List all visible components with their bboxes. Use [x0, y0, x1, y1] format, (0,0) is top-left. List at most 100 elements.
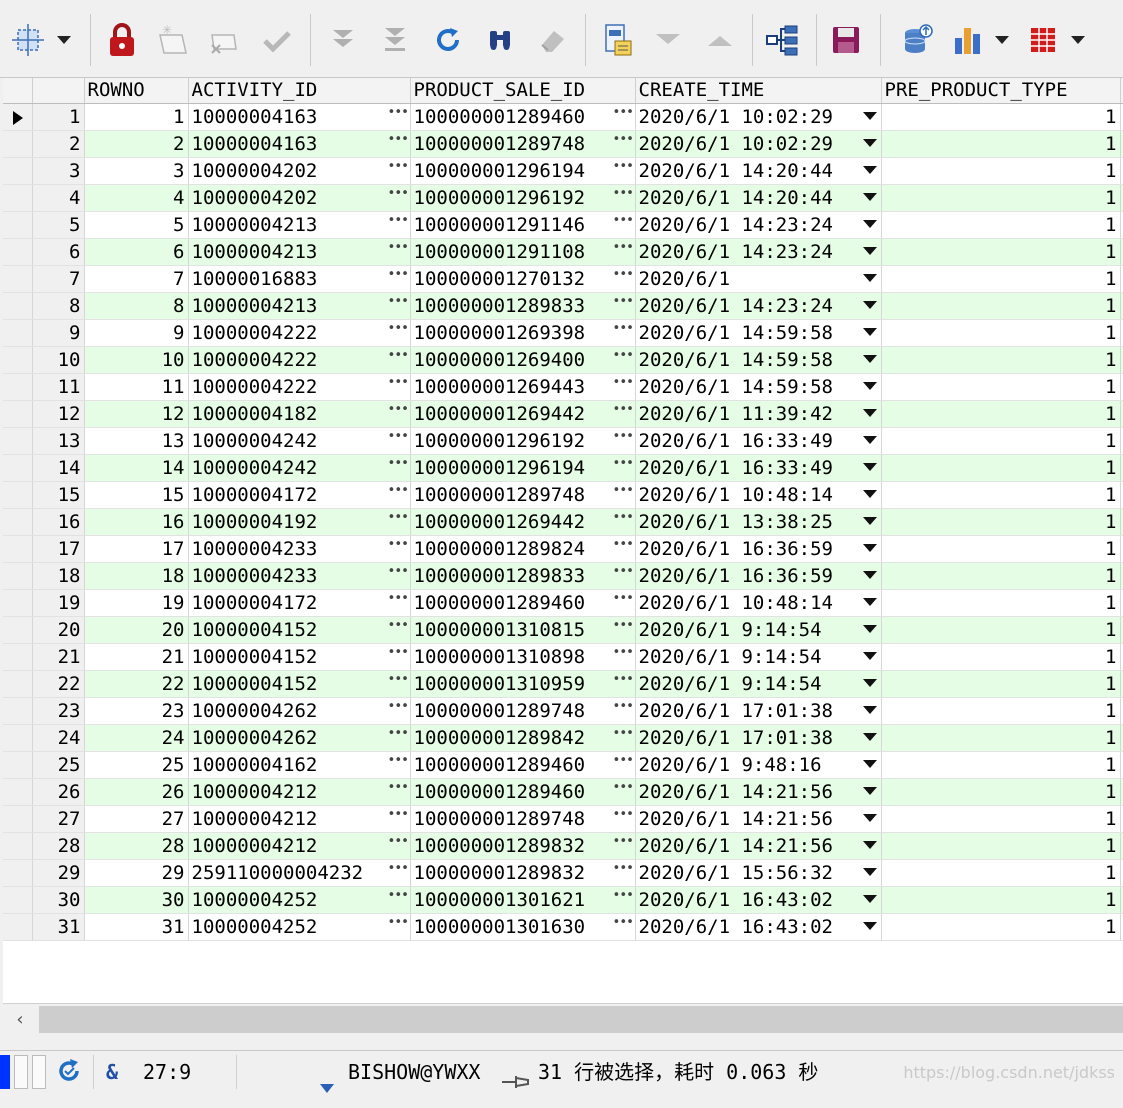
ellipsis-button[interactable]: ••• — [613, 295, 634, 315]
ellipsis-button[interactable]: ••• — [388, 673, 409, 693]
date-dropdown-icon[interactable] — [862, 787, 877, 795]
cell-create-time[interactable]: 2020/6/1 14:20:44 — [635, 184, 882, 212]
date-dropdown-icon[interactable] — [862, 247, 877, 255]
table-row[interactable]: 13 13 10000004242 ••• 100000001296192 ••• 2020… — [3, 427, 1123, 455]
cell-rowno[interactable]: 10 — [84, 346, 189, 374]
row-indicator[interactable] — [3, 805, 33, 833]
cell-pre-product-type[interactable]: 1 — [881, 535, 1121, 563]
cell-rowno[interactable]: 4 — [84, 184, 189, 212]
row-number[interactable]: 7 — [32, 265, 85, 293]
query-by-example-icon[interactable] — [598, 18, 638, 62]
cell-activity-id[interactable]: 10000004212 ••• — [188, 778, 411, 806]
cell-activity-id[interactable]: 10000004152 ••• — [188, 616, 411, 644]
cell-create-time[interactable]: 2020/6/1 16:33:49 — [635, 427, 882, 455]
table-row[interactable]: 31 31 10000004252 ••• 100000001301630 ••• 2020… — [3, 913, 1123, 941]
table-row[interactable]: 8 8 10000004213 ••• 100000001289833 ••• 2020/6… — [3, 292, 1123, 320]
ellipsis-button[interactable]: ••• — [613, 484, 634, 504]
post-check-icon[interactable] — [257, 18, 297, 62]
cell-activity-id[interactable]: 10000004222 ••• — [188, 373, 411, 401]
row-number[interactable]: 8 — [32, 292, 85, 320]
row-indicator[interactable] — [3, 886, 33, 914]
date-dropdown-icon[interactable] — [862, 652, 877, 660]
cell-activity-id[interactable]: 10000004233 ••• — [188, 562, 411, 590]
table-row[interactable]: 22 22 10000004152 ••• 100000001310959 ••• 2020… — [3, 670, 1123, 698]
date-dropdown-icon[interactable] — [862, 301, 877, 309]
ellipsis-button[interactable]: ••• — [613, 403, 634, 423]
ellipsis-button[interactable]: ••• — [388, 781, 409, 801]
row-indicator[interactable] — [3, 481, 33, 509]
row-number[interactable]: 15 — [32, 481, 85, 509]
row-number[interactable]: 23 — [32, 697, 85, 725]
row-indicator[interactable] — [3, 508, 33, 536]
cell-create-time[interactable]: 2020/6/1 14:59:58 — [635, 346, 882, 374]
cell-rowno[interactable]: 29 — [84, 859, 189, 887]
ellipsis-button[interactable]: ••• — [613, 133, 634, 153]
cell-activity-id[interactable]: 10000004262 ••• — [188, 697, 411, 725]
row-indicator[interactable] — [3, 751, 33, 779]
cell-rowno[interactable]: 12 — [84, 400, 189, 428]
date-dropdown-icon[interactable] — [862, 598, 877, 606]
cell-create-time[interactable]: 2020/6/1 10:02:29 — [635, 130, 882, 158]
ellipsis-button[interactable]: ••• — [388, 403, 409, 423]
cell-rowno[interactable]: 18 — [84, 562, 189, 590]
cell-product-sale-id[interactable]: 100000001289748 ••• — [410, 130, 636, 158]
cell-create-time[interactable]: 2020/6/1 17:01:38 — [635, 697, 882, 725]
ellipsis-button[interactable]: ••• — [388, 376, 409, 396]
row-indicator[interactable] — [3, 778, 33, 806]
date-dropdown-icon[interactable] — [862, 328, 877, 336]
cell-activity-id[interactable]: 10000004202 ••• — [188, 184, 411, 212]
date-dropdown-icon[interactable] — [862, 112, 877, 120]
table-row[interactable]: 2 2 10000004163 ••• 100000001289748 ••• 2020/6… — [3, 130, 1123, 158]
cell-pre-product-type[interactable]: 1 — [881, 562, 1121, 590]
table-row[interactable]: 12 12 10000004182 ••• 100000001269442 ••• 2020… — [3, 400, 1123, 428]
row-number[interactable]: 28 — [32, 832, 85, 860]
cell-create-time[interactable]: 2020/6/1 15:56:32 — [635, 859, 882, 887]
cell-activity-id[interactable]: 10000004252 ••• — [188, 886, 411, 914]
cell-create-time[interactable]: 2020/6/1 9:14:54 — [635, 670, 882, 698]
table-row[interactable]: 14 14 10000004242 ••• 100000001296194 ••• 2020… — [3, 454, 1123, 482]
cell-product-sale-id[interactable]: 100000001269398 ••• — [410, 319, 636, 347]
row-indicator[interactable] — [3, 724, 33, 752]
cell-rowno[interactable]: 28 — [84, 832, 189, 860]
cell-rowno[interactable]: 24 — [84, 724, 189, 752]
ellipsis-button[interactable]: ••• — [613, 727, 634, 747]
date-dropdown-icon[interactable] — [862, 382, 877, 390]
cell-create-time[interactable]: 2020/6/1 — [635, 265, 882, 293]
cell-rowno[interactable]: 6 — [84, 238, 189, 266]
ellipsis-button[interactable]: ••• — [613, 565, 634, 585]
cell-create-time[interactable]: 2020/6/1 14:21:56 — [635, 778, 882, 806]
cell-pre-product-type[interactable]: 1 — [881, 751, 1121, 779]
ellipsis-button[interactable]: ••• — [388, 700, 409, 720]
scroll-left-icon[interactable]: ‹ — [7, 1008, 33, 1032]
cell-create-time[interactable]: 2020/6/1 14:20:44 — [635, 157, 882, 185]
cell-pre-product-type[interactable]: 1 — [881, 508, 1121, 536]
result-grid[interactable]: ROWNO ACTIVITY_ID PRODUCT_SALE_ID CREATE… — [3, 78, 1123, 1003]
date-dropdown-icon[interactable] — [862, 571, 877, 579]
date-dropdown-icon[interactable] — [862, 760, 877, 768]
row-number[interactable]: 2 — [32, 130, 85, 158]
auto-refresh-icon[interactable] — [56, 1057, 82, 1087]
cell-product-sale-id[interactable]: 100000001291146 ••• — [410, 211, 636, 239]
next-page-icon[interactable] — [323, 18, 363, 62]
table-row[interactable]: 16 16 10000004192 ••• 100000001269442 ••• 2020… — [3, 508, 1123, 536]
table-row[interactable]: 4 4 10000004202 ••• 100000001296192 ••• 2020/6… — [3, 184, 1123, 212]
ellipsis-button[interactable]: ••• — [388, 295, 409, 315]
ellipsis-button[interactable]: ••• — [388, 349, 409, 369]
row-number[interactable]: 19 — [32, 589, 85, 617]
table-row[interactable]: 28 28 10000004212 ••• 100000001289832 ••• 2020… — [3, 832, 1123, 860]
cell-create-time[interactable]: 2020/6/1 16:43:02 — [635, 913, 882, 941]
cell-rowno[interactable]: 25 — [84, 751, 189, 779]
cell-product-sale-id[interactable]: 100000001289833 ••• — [410, 292, 636, 320]
cell-product-sale-id[interactable]: 100000001269443 ••• — [410, 373, 636, 401]
cell-create-time[interactable]: 2020/6/1 16:36:59 — [635, 562, 882, 590]
cell-create-time[interactable]: 2020/6/1 10:02:29 — [635, 103, 882, 131]
ellipsis-button[interactable]: ••• — [388, 187, 409, 207]
cell-product-sale-id[interactable]: 100000001289842 ••• — [410, 724, 636, 752]
cell-rowno[interactable]: 7 — [84, 265, 189, 293]
row-indicator[interactable] — [3, 400, 33, 428]
cell-activity-id[interactable]: 10000004262 ••• — [188, 724, 411, 752]
date-dropdown-icon[interactable] — [862, 706, 877, 714]
ellipsis-button[interactable]: ••• — [388, 754, 409, 774]
cell-create-time[interactable]: 2020/6/1 14:23:24 — [635, 238, 882, 266]
table-row[interactable]: 11 11 10000004222 ••• 100000001269443 ••• 2020… — [3, 373, 1123, 401]
